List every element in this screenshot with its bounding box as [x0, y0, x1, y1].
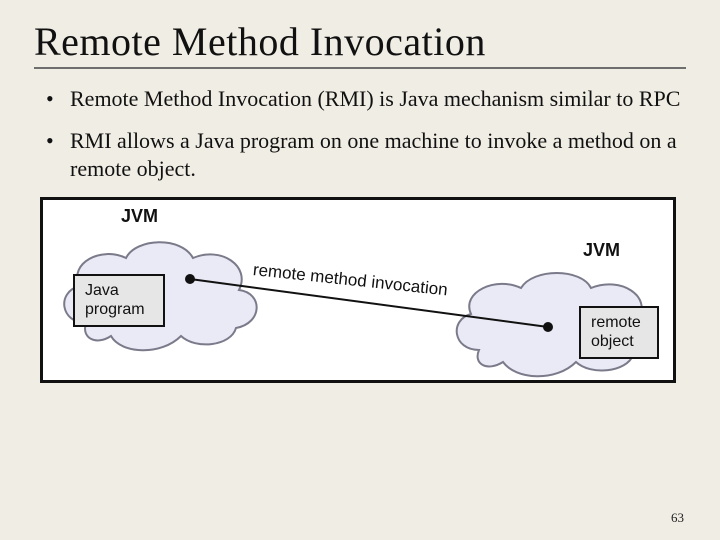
slide: Remote Method Invocation Remote Method I…: [0, 0, 720, 540]
page-number: 63: [671, 510, 684, 526]
invocation-label: remote method invocation: [252, 261, 449, 301]
box-text: Java: [85, 282, 119, 299]
rmi-diagram: JVM JVM Java program remote object remot…: [40, 197, 676, 383]
box-text: remote: [591, 314, 641, 331]
bullet-item: Remote Method Invocation (RMI) is Java m…: [64, 85, 686, 113]
diagram-container: JVM JVM Java program remote object remot…: [40, 197, 680, 383]
java-program-box: Java program: [73, 274, 165, 327]
bullet-item: RMI allows a Java program on one machine…: [64, 127, 686, 183]
jvm-left-label: JVM: [121, 206, 158, 227]
page-title: Remote Method Invocation: [34, 18, 686, 69]
box-text: program: [85, 301, 145, 318]
bullet-list: Remote Method Invocation (RMI) is Java m…: [34, 85, 686, 183]
jvm-right-label: JVM: [583, 240, 620, 261]
remote-object-box: remote object: [579, 306, 659, 359]
box-text: object: [591, 333, 634, 350]
